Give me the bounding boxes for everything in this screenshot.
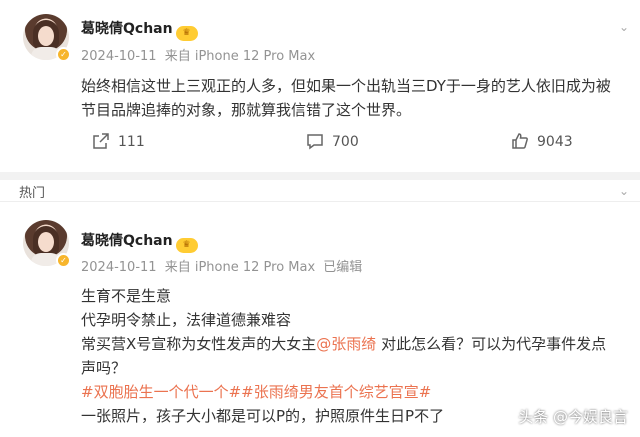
watermark: 头条 @今娱良言 (518, 408, 628, 426)
section-separator (0, 201, 640, 202)
section-more-icon[interactable]: ⌄ (614, 185, 634, 200)
weibo-post-2: ✓ 葛晓倩Qchan ♛ 2024-10-11 来自 iPhone 12 Pro … (0, 204, 640, 437)
post-date: 2024-10-11 (81, 260, 157, 275)
post-date: 2024-10-11 (81, 49, 157, 64)
author-name[interactable]: 葛晓倩Qchan ♛ (81, 18, 198, 41)
comment-icon (307, 134, 323, 150)
crown-badge-icon: ♛ (175, 238, 198, 253)
weibo-post-1: ✓ 葛晓倩Qchan ♛ 2024-10-11 来自 iPhone 12 Pro … (0, 0, 640, 172)
post-text-line: 常买营X号宣称为女性发声的大女主@张雨绮 对此怎么看？可以为代孕事件发点 (81, 335, 607, 353)
post-actions: 111 700 9043 (0, 130, 640, 154)
post-text-line: 一张照片，孩子大小都是可以P的，护照原件生日P不了 (81, 407, 445, 425)
post-source: 来自 iPhone 12 Pro Max (164, 49, 316, 64)
repost-button[interactable]: 111 (92, 130, 145, 154)
edited-label: 已编辑 (323, 260, 363, 275)
post-meta: 2024-10-11 来自 iPhone 12 Pro Max 已编辑 (81, 256, 366, 275)
section-divider (0, 172, 640, 180)
crown-badge-icon: ♛ (175, 26, 198, 41)
post-text-line: 代孕明令禁止，法律道德兼难容 (81, 311, 292, 329)
post-text-line: 生育不是生意 (81, 287, 172, 305)
post-meta: 2024-10-11 来自 iPhone 12 Pro Max (81, 45, 319, 64)
thumbs-up-icon (512, 133, 528, 149)
post-text-line: 声吗？ (81, 359, 127, 377)
verified-icon: ✓ (56, 47, 71, 62)
mention-link[interactable]: @张雨绮 (316, 335, 376, 353)
repost-icon (93, 133, 109, 149)
author-name[interactable]: 葛晓倩Qchan ♛ (81, 230, 198, 253)
section-label: 热门 (19, 186, 46, 201)
hashtag-line: #双胞胎生一个代一个##张雨绮男友首个综艺官宣# (81, 380, 431, 404)
hashtag-link[interactable]: #张雨绮男友首个综艺官宣# (241, 383, 431, 401)
like-button[interactable]: 9043 (511, 130, 573, 154)
verified-icon: ✓ (56, 253, 71, 268)
post-source: 来自 iPhone 12 Pro Max (164, 260, 316, 275)
post-text-line: 节目品牌追捧的对象，那就算我信错了这个世界。 (81, 101, 412, 119)
more-options-icon[interactable]: ⌄ (614, 21, 634, 36)
post-text-line: 始终相信这世上三观正的人多，但如果一个出轨当三DY于一身的艺人依旧成为被 (81, 77, 611, 95)
comment-button[interactable]: 700 (306, 130, 359, 154)
hashtag-link[interactable]: #双胞胎生一个代一个# (81, 383, 241, 401)
